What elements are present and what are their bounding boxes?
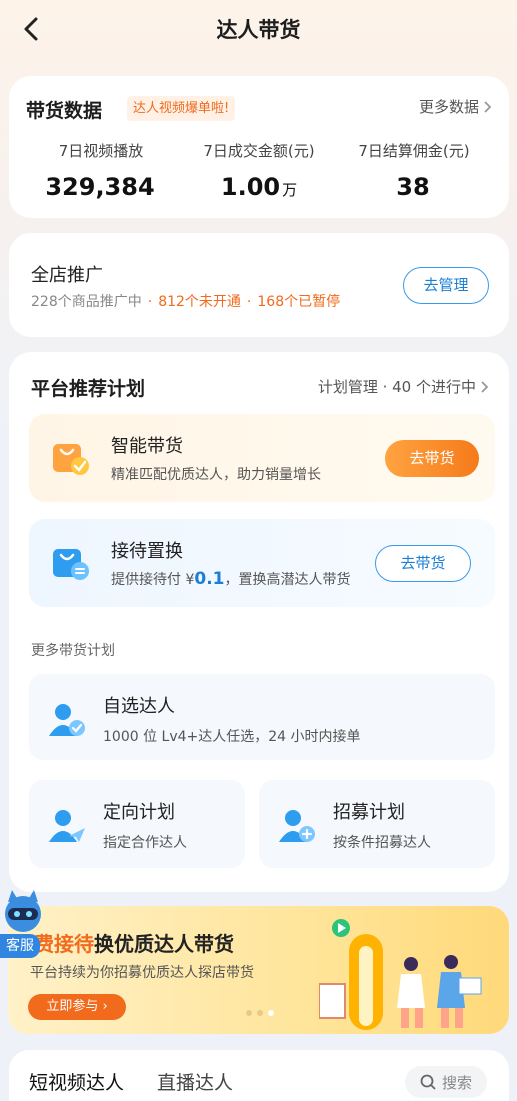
user-send-icon (47, 806, 87, 846)
plan-desc: 按条件招募达人 (333, 835, 431, 851)
search-icon (420, 1074, 436, 1090)
promo-banner[interactable]: 费接待换优质达人带货 平台持续为你招募优质达人探店带货 立即参与 › (8, 906, 509, 1034)
top-bar: 达人带货 (0, 0, 517, 58)
plan-name: 自选达人 (103, 696, 175, 717)
tab-live-creators[interactable]: 直播达人 (157, 1068, 233, 1095)
stat-video-plays: 7日视频播放 329,384 (21, 140, 181, 201)
plan-targeted[interactable]: 定向计划 指定合作达人 (29, 780, 245, 868)
user-add-icon (277, 806, 317, 846)
stat-value: 329,384 (45, 173, 155, 201)
robot-icon (5, 890, 41, 932)
more-data-link[interactable]: 更多数据 (419, 96, 492, 117)
customer-service-float[interactable]: 客服 (0, 888, 46, 962)
banner-illustration (319, 919, 482, 1030)
stat-label: 7日成交金额(元) (203, 142, 315, 160)
stat-label: 7日视频播放 (58, 142, 144, 160)
plan-recruit[interactable]: 招募计划 按条件招募达人 (259, 780, 495, 868)
plan-name: 接待置换 (111, 541, 183, 562)
stat-value: 1.00 万 (220, 173, 298, 201)
plan-name: 定向计划 (103, 802, 175, 823)
plan-desc: 1000 位 Lv4+达人任选，24 小时内接单 (103, 729, 361, 745)
more-data-label: 更多数据 (418, 98, 479, 116)
stat-commission: 7日结算佣金(元) 38 (334, 140, 494, 201)
plan-self-select[interactable]: 自选达人 1000 位 Lv4+达人任选，24 小时内接单 (29, 674, 495, 760)
more-plans-title: 更多带货计划 (31, 643, 115, 659)
go-sell-button[interactable]: 去带货 (385, 440, 479, 477)
plan-desc: 精准匹配优质达人，助力销量增长 (111, 467, 321, 483)
user-check-icon (47, 700, 87, 740)
store-promo-card: 全店推广 228个商品推广中 · 812个未开通 · 168个已暂停 去管理 (9, 233, 509, 337)
sales-data-title: 带货数据 (26, 100, 103, 122)
search-button[interactable]: 搜索 (405, 1066, 487, 1098)
sales-data-badge: 达人视频爆单啦! (127, 96, 236, 121)
plan-desc: 指定合作达人 (103, 835, 187, 851)
plan-smart-selling[interactable]: 智能带货 精准匹配优质达人，助力销量增长 去带货 (29, 414, 495, 502)
stat-gmv: 7日成交金额(元) 1.00 万 (179, 140, 339, 201)
plan-management-link[interactable]: 计划管理 · 40 个进行中 (318, 376, 489, 397)
page-title: 达人带货 (216, 18, 301, 42)
stat-label: 7日结算佣金(元) (358, 142, 470, 160)
sales-data-card: 带货数据 达人视频爆单啦! 更多数据 7日视频播放 329,384 7日成交金额… (9, 76, 509, 218)
platform-plans-card: 平台推荐计划 计划管理 · 40 个进行中 智能带货 精准匹配优质达人，助力销量… (9, 352, 509, 892)
stat-value: 38 (396, 173, 430, 201)
banner-subtitle: 平台持续为你招募优质达人探店带货 (30, 965, 254, 981)
carousel-dots (246, 1010, 274, 1016)
plan-reception-exchange[interactable]: 接待置换 提供接待付 ¥0.1，置换高潜达人带货 去带货 (29, 519, 495, 607)
shopping-bag-swap-icon (51, 543, 91, 583)
tab-short-video-creators[interactable]: 短视频达人 (29, 1068, 124, 1095)
customer-service-label: 客服 (0, 934, 40, 958)
shopping-bag-check-icon (51, 438, 91, 478)
store-promo-title: 全店推广 (31, 265, 103, 286)
creator-tabs-bar: 短视频达人 直播达人 搜索 (9, 1050, 509, 1101)
banner-title: 费接待换优质达人带货 (34, 932, 234, 956)
manage-button[interactable]: 去管理 (403, 267, 489, 304)
go-sell-button[interactable]: 去带货 (375, 545, 471, 582)
plan-name: 招募计划 (333, 802, 405, 823)
join-now-button[interactable]: 立即参与 › (28, 994, 126, 1020)
chevron-right-icon (481, 380, 489, 393)
chevron-right-icon (484, 100, 492, 113)
platform-plans-title: 平台推荐计划 (31, 378, 146, 400)
plan-name: 智能带货 (111, 436, 183, 457)
plan-desc: 提供接待付 ¥0.1，置换高潜达人带货 (111, 569, 351, 589)
store-promo-summary: 228个商品推广中 · 812个未开通 · 168个已暂停 (31, 294, 341, 310)
